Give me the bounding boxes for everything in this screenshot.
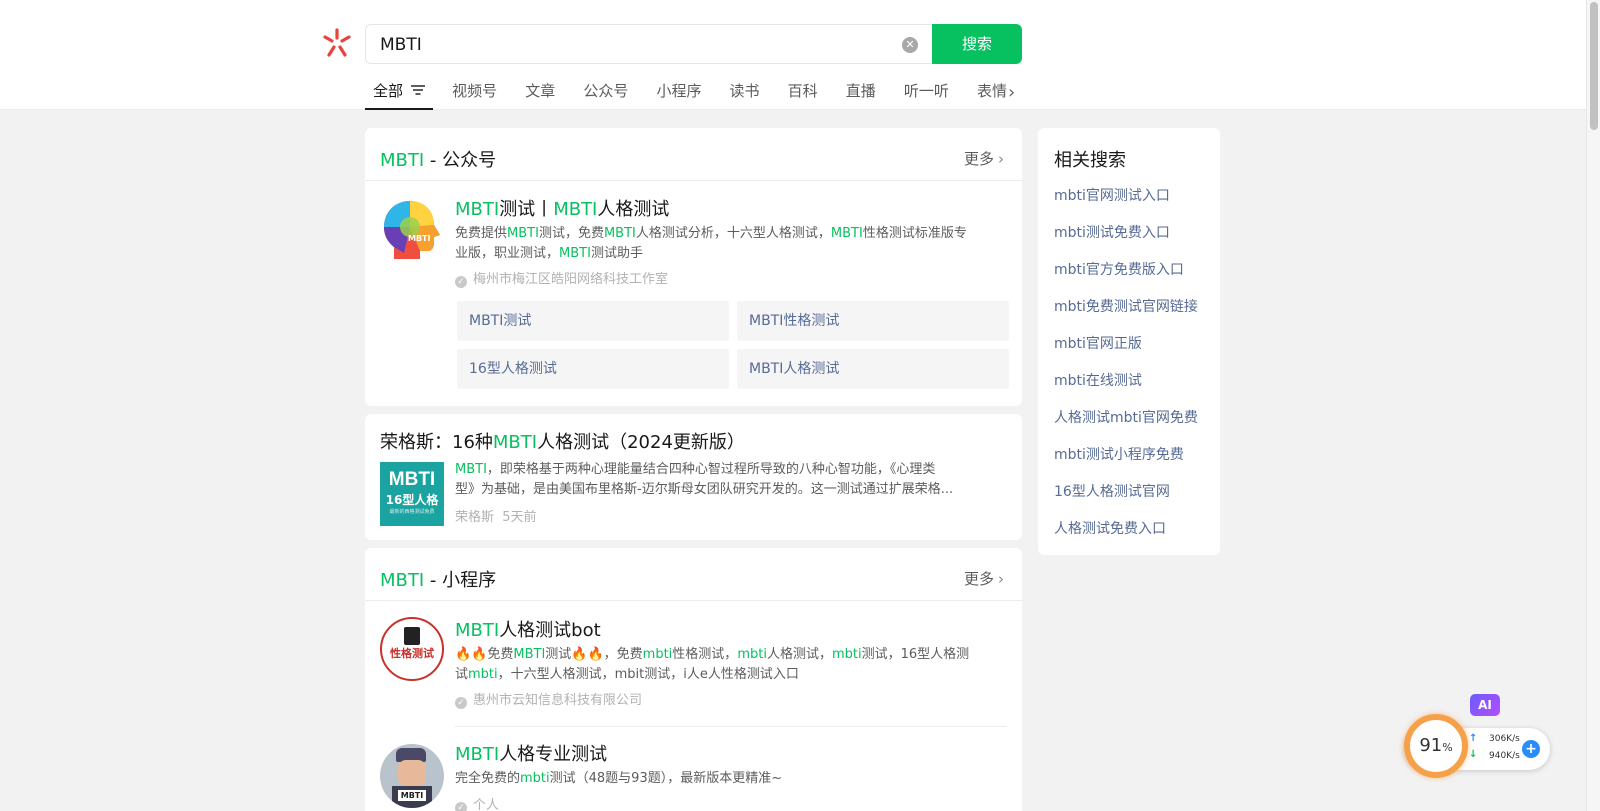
more-mini-programs-link[interactable]: 更多 › (964, 568, 1004, 589)
related-link[interactable]: mbti在线测试 (1054, 370, 1142, 390)
mini-program-source: ✓ 个人 (455, 794, 499, 811)
tab-all[interactable]: 全部 (365, 78, 434, 110)
article-thumbnail[interactable]: MBTI 16型人格 最新的西格测试免费 (380, 462, 444, 526)
download-speed: 940K/s (1489, 751, 1520, 761)
related-link[interactable]: mbti官网测试入口 (1054, 185, 1170, 205)
related-link[interactable]: mbti免费测试官网链接 (1054, 296, 1198, 316)
search-input[interactable] (380, 34, 880, 56)
divider (455, 726, 1007, 727)
tabs-scroll-right-icon[interactable]: › (1008, 82, 1015, 103)
clear-search-icon[interactable]: ✕ (902, 37, 918, 53)
account-menu-button-3[interactable]: 16型人格测试 (457, 349, 729, 389)
related-link[interactable]: 16型人格测试官网 (1054, 481, 1170, 501)
related-link[interactable]: 人格测试mbti官网免费 (1054, 407, 1198, 427)
tab-reading[interactable]: 读书 (721, 78, 769, 110)
face-shape (398, 760, 426, 786)
mini-program-title[interactable]: MBTI人格测试bot (455, 616, 601, 642)
related-link[interactable]: mbti官方免费版入口 (1054, 259, 1184, 279)
wechat-search-logo-icon[interactable] (322, 28, 352, 58)
section-title-official-accounts: MBTI - 公众号 (380, 150, 497, 171)
thumbnail-small-text: 最新的西格测试免费 (389, 509, 435, 515)
article-time: 5天前 (502, 510, 537, 525)
verified-icon: ✓ (455, 276, 467, 288)
icon-label: 性格测试 (390, 647, 434, 660)
mini-program-icon[interactable]: MBTI (380, 744, 444, 808)
tab-articles[interactable]: 文章 (516, 78, 564, 110)
usage-percent: 91 (1419, 735, 1443, 756)
more-official-accounts-link[interactable]: 更多 › (964, 148, 1004, 169)
related-searches-title: 相关搜索 (1054, 150, 1126, 171)
account-menu-button-1[interactable]: MBTI测试 (457, 301, 729, 341)
tab-official-accounts[interactable]: 公众号 (574, 78, 637, 110)
top-search-header: ✕ 搜索 全部 视频号 文章 公众号 小程序 读书 百科 直播 听一听 表情 新… (0, 0, 1586, 110)
memory-usage-ring[interactable]: 91% (1404, 714, 1468, 778)
mini-program-source: ✓ 惠州市云知信息科技有限公司 (455, 689, 642, 709)
upload-speed: 306K/s (1489, 734, 1520, 744)
filter-icon[interactable] (411, 84, 426, 95)
page-scrollbar[interactable] (1586, 0, 1600, 811)
search-category-tabs: 全部 视频号 文章 公众号 小程序 读书 百科 直播 听一听 表情 新 (365, 78, 1025, 110)
article-description: MBTI，即荣格基于两种心理能量结合四种心智过程所导致的八种心智功能，《心理类 … (455, 462, 954, 497)
related-link[interactable]: mbti官网正版 (1054, 333, 1142, 353)
tab-encyclopedia[interactable]: 百科 (779, 78, 827, 110)
icon-label: MBTI (398, 790, 426, 801)
plus-icon[interactable]: + (1522, 740, 1540, 758)
divider (365, 180, 1022, 181)
verified-icon: ✓ (455, 697, 467, 709)
tab-channels[interactable]: 视频号 (443, 78, 506, 110)
thumbnail-top-text: MBTI (388, 469, 436, 490)
download-arrow-icon: ↓ (1469, 749, 1478, 760)
related-link[interactable]: mbti测试小程序免费 (1054, 444, 1184, 464)
account-avatar[interactable]: MBTI (380, 197, 444, 261)
mini-program-description: 🔥🔥免费MBTI测试🔥🔥，免费mbti性格测试，mbti人格测试，mbti测试，… (455, 647, 970, 682)
article-card[interactable]: 荣格斯：16种MBTI人格测试（2024更新版） MBTI 16型人格 最新的西… (365, 414, 1022, 540)
search-button[interactable]: 搜索 (932, 24, 1022, 64)
scrollbar-thumb[interactable] (1590, 2, 1598, 130)
tab-live[interactable]: 直播 (837, 78, 885, 110)
verified-icon: ✓ (455, 802, 467, 811)
upload-arrow-icon: ↑ (1469, 733, 1478, 744)
search-box: ✕ (365, 24, 932, 64)
tab-mini-programs[interactable]: 小程序 (647, 78, 710, 110)
account-description: 免费提供MBTI测试，免费MBTI人格测试分析，十六型人格测试，MBTI性格测试… (455, 226, 967, 261)
article-meta: 荣格斯 5天前 (455, 506, 537, 525)
section-title-mini-programs: MBTI - 小程序 (380, 570, 497, 591)
article-author[interactable]: 荣格斯 (455, 510, 494, 525)
account-source: ✓ 梅州市梅江区皓阳网络科技工作室 (455, 268, 668, 288)
mini-program-icon[interactable]: 性格测试 (380, 617, 444, 681)
related-searches-card: 相关搜索 mbti官网测试入口 mbti测试免费入口 mbti官方免费版入口 m… (1038, 128, 1220, 555)
related-link[interactable]: mbti测试免费入口 (1054, 222, 1170, 242)
account-title[interactable]: MBTI测试丨MBTI人格测试 (455, 195, 669, 221)
official-accounts-card: MBTI - 公众号 更多 › MBTI MBTI测试丨MBTI人格测试 免费提供… (365, 128, 1022, 406)
thumbnail-mid-text: 16型人格 (385, 493, 439, 507)
ai-assistant-button[interactable]: AI (1470, 694, 1500, 716)
article-title[interactable]: 荣格斯：16种MBTI人格测试（2024更新版） (380, 428, 745, 454)
divider (365, 600, 1022, 601)
related-link[interactable]: 人格测试免费入口 (1054, 518, 1166, 538)
tab-listen[interactable]: 听一听 (895, 78, 958, 110)
account-menu-button-2[interactable]: MBTI性格测试 (737, 301, 1009, 341)
tab-all-label: 全部 (373, 82, 404, 100)
mini-program-title[interactable]: MBTI人格专业测试 (455, 740, 607, 766)
book-icon (404, 627, 420, 645)
mini-programs-card: MBTI - 小程序 更多 › 性格测试 MBTI人格测试bot 🔥🔥免费MBTI… (365, 548, 1022, 811)
usage-percent-unit: % (1442, 741, 1453, 754)
account-menu-button-4[interactable]: MBTI人格测试 (737, 349, 1009, 389)
mini-program-description: 完全免费的mbti测试（48题与93题），最新版本更精准~ (455, 771, 783, 786)
avatar-logo-text: MBTI (408, 234, 431, 243)
